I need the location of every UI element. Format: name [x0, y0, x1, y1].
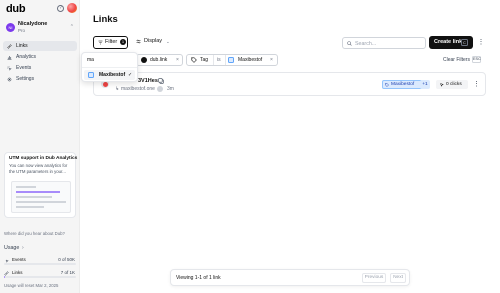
more-tags-badge[interactable]: +1 — [420, 80, 430, 89]
create-link-button[interactable]: Create link C — [429, 36, 473, 49]
usage-row-links: Links 7 of 1K — [4, 270, 76, 280]
tag-filter-operator[interactable]: is — [217, 55, 221, 65]
utm-promo-card[interactable]: UTM support in Dub Analytics You can now… — [4, 152, 78, 218]
usage-reset-note: Usage will reset Mar 2, 2025 — [4, 283, 59, 288]
sidebar: dub ? NI Nicalydone Pro ⌃ Links Analytic… — [0, 0, 80, 293]
pagination-summary: Viewing 1-1 of 1 link — [176, 275, 221, 281]
tag-filter-label: Tag — [200, 57, 209, 63]
divider — [225, 55, 226, 65]
workspace-name: Nicalydone — [18, 21, 48, 27]
usage-value: 0 of 50K — [58, 257, 75, 262]
filter-button[interactable]: Filter 1 — [93, 36, 128, 49]
next-page-button[interactable]: Next — [390, 273, 406, 283]
promo-description: You can now view analytics for the UTM p… — [9, 163, 68, 174]
filter-icon — [98, 40, 103, 45]
display-label: Display — [144, 38, 163, 44]
usage-bar — [4, 263, 76, 265]
more-options-icon[interactable]: ⋮ — [477, 37, 485, 49]
usage-value: 7 of 1K — [60, 270, 75, 275]
dropdown-option-label: Maxibestof — [99, 72, 126, 78]
search-input[interactable] — [355, 39, 423, 48]
user-avatar[interactable] — [67, 3, 77, 13]
filter-dropdown: Maxibestof ✓ — [81, 52, 138, 82]
workspace-switcher[interactable]: NI Nicalydone Pro ⌃ — [4, 20, 76, 36]
dub-logo[interactable]: dub — [6, 3, 26, 15]
divider — [213, 55, 214, 65]
sidebar-item-settings[interactable]: Settings — [3, 74, 77, 84]
sidebar-item-label: Settings — [16, 76, 35, 82]
tag-filter-value[interactable]: Maxibestof — [238, 55, 262, 65]
domain-filter-chip[interactable]: dub.link × — [136, 54, 183, 66]
sidebar-item-label: Events — [16, 65, 32, 71]
tag-badge[interactable]: Maxibestof — [382, 80, 423, 89]
usage-row-events: Events 0 of 50K — [4, 257, 76, 267]
created-time: 3m — [167, 86, 174, 92]
usage-label: Events — [12, 257, 26, 262]
short-link[interactable]: 3V1Hes — [138, 78, 158, 84]
check-icon: ✓ — [128, 72, 133, 78]
filter-count-badge: 1 — [120, 39, 126, 45]
search-field[interactable] — [342, 37, 426, 49]
tag-icon — [191, 57, 197, 63]
destination-url[interactable]: maxibestof.one — [121, 86, 155, 92]
dropdown-option[interactable]: Maxibestof ✓ — [84, 70, 135, 80]
tag-filter-chip[interactable]: Tag is Maxibestof × — [186, 54, 278, 66]
usage-bar — [4, 276, 76, 278]
page-title: Links — [93, 14, 118, 25]
domain-icon — [141, 57, 147, 63]
filter-label: Filter — [105, 39, 118, 45]
chevron-down-icon: ⌄ — [166, 39, 170, 44]
close-icon[interactable]: × — [176, 55, 179, 65]
referral-survey-link[interactable]: Where did you hear about Dub? — [4, 231, 65, 236]
chevron-right-icon[interactable]: › — [22, 245, 24, 251]
workspace-avatar: NI — [6, 23, 15, 32]
create-link-label: Create link — [434, 39, 463, 45]
filter-search-input[interactable] — [87, 56, 134, 64]
tag-icon — [385, 82, 389, 87]
shortcut-key: ESC — [472, 56, 481, 63]
chart-icon — [7, 56, 12, 60]
cursor-rays-icon — [7, 66, 12, 71]
display-button[interactable]: Display ⌄ — [132, 36, 172, 49]
chevron-updown-icon: ⌃ — [69, 24, 74, 30]
promo-preview-image — [11, 181, 71, 213]
usage-title: Usage — [4, 245, 20, 251]
tag-badge-label: Maxibestof — [391, 82, 415, 87]
domain-filter-value: dub.link — [150, 57, 168, 63]
sidebar-item-events[interactable]: Events — [3, 63, 77, 73]
sidebar-item-links[interactable]: Links — [3, 41, 77, 51]
divider — [82, 67, 137, 68]
tag-color-badge — [228, 57, 234, 63]
clicks-label: 0 clicks — [446, 82, 462, 87]
usage-bar-fill — [4, 276, 5, 278]
promo-title: UTM support in Dub Analytics — [9, 156, 78, 161]
copy-icon[interactable] — [158, 78, 164, 84]
usage-label: Links — [12, 270, 23, 275]
link-card[interactable]: 3V1Hes ↳ maxibestof.one 3m Maxibestof +1… — [93, 72, 486, 96]
search-icon — [347, 41, 352, 46]
more-options-icon[interactable]: ⋮ — [473, 79, 480, 90]
sliders-icon — [136, 39, 141, 44]
sidebar-item-label: Links — [16, 43, 28, 49]
corner-arrow-icon: ↳ — [115, 86, 120, 92]
clear-filters-button[interactable]: Clear Filters — [443, 57, 470, 63]
pagination-bar: Viewing 1-1 of 1 link Previous Next — [170, 269, 410, 286]
workspace-plan: Pro — [18, 28, 26, 33]
cursor-rays-icon — [440, 83, 444, 87]
creator-avatar — [157, 86, 163, 92]
help-icon[interactable]: ? — [57, 5, 64, 12]
close-icon[interactable]: × — [270, 55, 273, 65]
sidebar-item-label: Analytics — [16, 54, 37, 60]
gear-icon — [7, 77, 12, 82]
clicks-badge[interactable]: 0 clicks — [436, 80, 468, 89]
shortcut-key: C — [461, 39, 468, 46]
sidebar-item-analytics[interactable]: Analytics — [3, 52, 77, 62]
tag-color-badge — [88, 72, 94, 78]
previous-page-button[interactable]: Previous — [362, 273, 386, 283]
link-icon — [7, 44, 12, 49]
